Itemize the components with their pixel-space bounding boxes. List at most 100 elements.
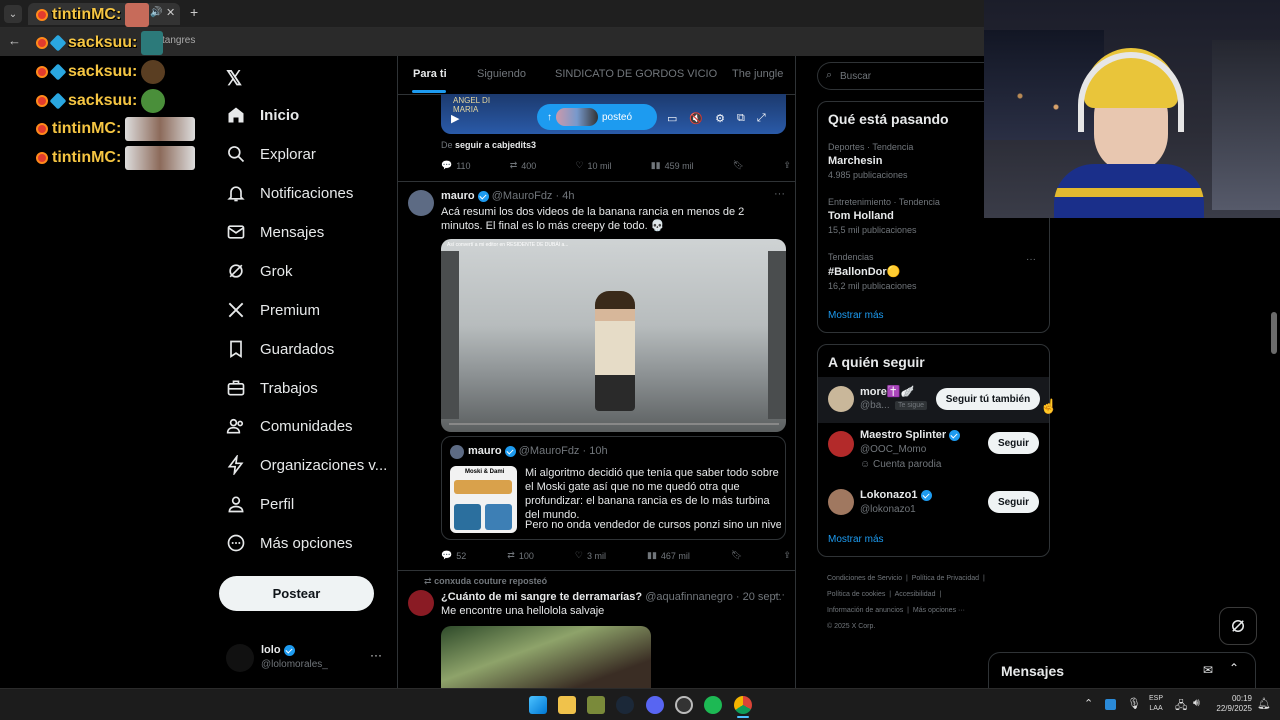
- tab-siguiendo[interactable]: Siguiendo: [477, 68, 526, 80]
- posted-pill[interactable]: ↑ posteó: [537, 104, 657, 130]
- footer-link-ads[interactable]: Información de anuncios: [827, 607, 903, 614]
- audio-icon[interactable]: 🔊: [150, 7, 162, 18]
- avatar[interactable]: [408, 590, 434, 616]
- nav-perfil[interactable]: Perfil: [226, 489, 294, 519]
- tray-chevron-icon[interactable]: ⌃: [1084, 697, 1093, 710]
- footer-link-accessibility[interactable]: Accesibilidad: [895, 591, 936, 598]
- x-logo-icon[interactable]: 𝕏: [226, 66, 242, 91]
- nav-inicio[interactable]: Inicio: [226, 100, 299, 130]
- file-explorer-icon[interactable]: [558, 696, 576, 714]
- follow-suggestion[interactable]: Lokonazo1 @lokonazo1 Seguir: [818, 483, 1049, 523]
- account-more-icon[interactable]: ···: [370, 648, 382, 662]
- follow-back-button[interactable]: Seguir tú también: [936, 388, 1040, 410]
- nav-explorar[interactable]: Explorar: [226, 139, 316, 169]
- repost-button[interactable]: ⇄ 400: [510, 160, 537, 171]
- avatar[interactable]: [408, 190, 434, 216]
- follow-suggestion[interactable]: more✝️🪽 @ba... Te sigue Seguir tú tambié…: [818, 377, 1049, 423]
- grok-fab[interactable]: [1219, 607, 1257, 645]
- discord-icon[interactable]: [646, 696, 664, 714]
- follow-suggestion[interactable]: Maestro Splinter @OOC_Momo ☺ Cuenta paro…: [818, 425, 1049, 477]
- footer-link-cookies[interactable]: Política de cookies: [827, 591, 885, 598]
- chrome-icon[interactable]: [734, 696, 752, 714]
- new-message-icon[interactable]: ✉: [1203, 663, 1213, 677]
- post-button[interactable]: Postear: [219, 576, 374, 611]
- nav-premium[interactable]: Premium: [226, 295, 320, 325]
- follow-button[interactable]: Seguir: [988, 491, 1039, 513]
- network-icon[interactable]: 🖧: [1175, 697, 1187, 716]
- tab-para-ti[interactable]: Para ti: [413, 68, 447, 80]
- quoted-post[interactable]: mauro @MauroFdz · 10h Moski & Dami Mi al…: [441, 436, 786, 540]
- pip-icon[interactable]: ⧉: [737, 112, 745, 125]
- search-box[interactable]: ⌕ Buscar: [817, 62, 997, 90]
- trends-show-more[interactable]: Mostrar más: [828, 310, 884, 321]
- bookmark-icon[interactable]: 🔖︎: [731, 550, 742, 561]
- tab-list-button[interactable]: ⌄: [4, 5, 22, 23]
- nav-comunidades[interactable]: Comunidades: [226, 411, 353, 441]
- fullscreen-icon[interactable]: ⤢: [757, 112, 766, 125]
- obs-icon[interactable]: [675, 696, 693, 714]
- volume-icon[interactable]: 🔊︎: [1193, 697, 1200, 710]
- author-name[interactable]: ¿Cuánto de mi sangre te derramarías?: [441, 591, 642, 603]
- follow-link[interactable]: seguir a cabjedits3: [455, 140, 536, 150]
- repost-context[interactable]: ⇄ conxuda couture reposteó: [424, 576, 547, 587]
- like-button[interactable]: ♡ 3 mil: [575, 550, 606, 561]
- repost-button[interactable]: ⇄ 100: [507, 550, 534, 561]
- minecraft-icon[interactable]: [587, 696, 605, 714]
- nav-guardados[interactable]: Guardados: [226, 334, 334, 364]
- tray-app-icon[interactable]: [1105, 699, 1116, 710]
- views-button[interactable]: ▮▮ 467 mil: [647, 550, 690, 561]
- gif-icon[interactable]: ▭: [667, 112, 677, 125]
- post-more-icon[interactable]: ···: [774, 188, 785, 200]
- share-icon[interactable]: ⇪: [783, 160, 791, 171]
- footer-link-terms[interactable]: Condiciones de Servicio: [827, 575, 902, 582]
- bookmark-icon[interactable]: 🔖︎: [733, 160, 744, 171]
- views-button[interactable]: ▮▮ 459 mil: [651, 160, 694, 171]
- tab-sindicato[interactable]: SINDICATO DE GORDOS VICIO: [555, 68, 717, 80]
- footer-link-privacy[interactable]: Política de Privacidad: [912, 575, 979, 582]
- settings-icon[interactable]: ⚙: [715, 112, 725, 125]
- spotify-icon[interactable]: [704, 696, 722, 714]
- expand-icon[interactable]: ⌃: [1229, 661, 1239, 675]
- author-handle[interactable]: @MauroFdz: [492, 190, 553, 202]
- keyboard-language[interactable]: ESP LAA: [1149, 694, 1163, 714]
- trend-item[interactable]: Tendencias #BallonDor🟡 16,2 mil publicac…: [828, 252, 1038, 291]
- follow-button[interactable]: Seguir: [988, 432, 1039, 454]
- video-player[interactable]: ANGEL DI MARIA ▶ ↑ posteó ▭ 🔇 ⚙ ⧉ ⤢: [441, 94, 786, 134]
- footer-link-more[interactable]: Más opciones ···: [913, 607, 965, 614]
- clock[interactable]: 00:19 22/9/2025: [1210, 694, 1252, 714]
- page-scrollbar[interactable]: [1271, 312, 1277, 354]
- play-icon[interactable]: ▶: [451, 112, 459, 125]
- mute-icon[interactable]: 🔇: [689, 112, 703, 125]
- author-handle[interactable]: @aquafinnanegro: [645, 591, 733, 603]
- steam-icon[interactable]: [616, 696, 634, 714]
- nav-notificaciones[interactable]: Notificaciones: [226, 178, 353, 208]
- post-time[interactable]: · 4h: [556, 190, 575, 202]
- nav-organizaciones[interactable]: Organizaciones v...: [226, 450, 387, 480]
- video-player[interactable]: Así convertí a mi editor en RESIDENTE DE…: [441, 239, 786, 432]
- account-switcher[interactable]: lolo @lolomorales_ ···: [226, 640, 386, 678]
- nav-grok[interactable]: Grok: [226, 256, 293, 286]
- new-tab-icon[interactable]: +: [190, 4, 198, 20]
- post-image[interactable]: [441, 626, 651, 688]
- nav-mas-opciones[interactable]: Más opciones: [226, 528, 353, 558]
- timeline: Para ti Siguiendo SINDICATO DE GORDOS VI…: [397, 56, 796, 688]
- video-progress[interactable]: [449, 423, 779, 425]
- notification-icon[interactable]: 🔔︎: [1257, 697, 1271, 710]
- address-text[interactable]: tangres: [162, 35, 195, 46]
- close-tab-icon[interactable]: ✕: [166, 6, 175, 19]
- like-button[interactable]: ♡ 10 mil: [575, 160, 611, 171]
- follow-show-more[interactable]: Mostrar más: [828, 534, 884, 545]
- reply-button[interactable]: 💬 110: [441, 160, 471, 171]
- nav-mensajes[interactable]: Mensajes: [226, 217, 324, 247]
- mic-icon[interactable]: 🎙︎: [1127, 697, 1141, 710]
- messages-drawer[interactable]: Mensajes ✉ ⌃: [988, 652, 1256, 688]
- author-name[interactable]: mauro: [441, 190, 475, 202]
- share-icon[interactable]: ⇪: [783, 550, 791, 561]
- back-icon[interactable]: ←: [8, 33, 21, 48]
- reply-button[interactable]: 💬 52: [441, 550, 466, 561]
- start-icon[interactable]: [529, 696, 547, 714]
- post-more-icon[interactable]: ···: [774, 589, 785, 601]
- tab-the-jungle[interactable]: The jungle: [732, 68, 783, 80]
- nav-trabajos[interactable]: Trabajos: [226, 373, 318, 403]
- trend-more-icon[interactable]: ···: [1026, 254, 1036, 265]
